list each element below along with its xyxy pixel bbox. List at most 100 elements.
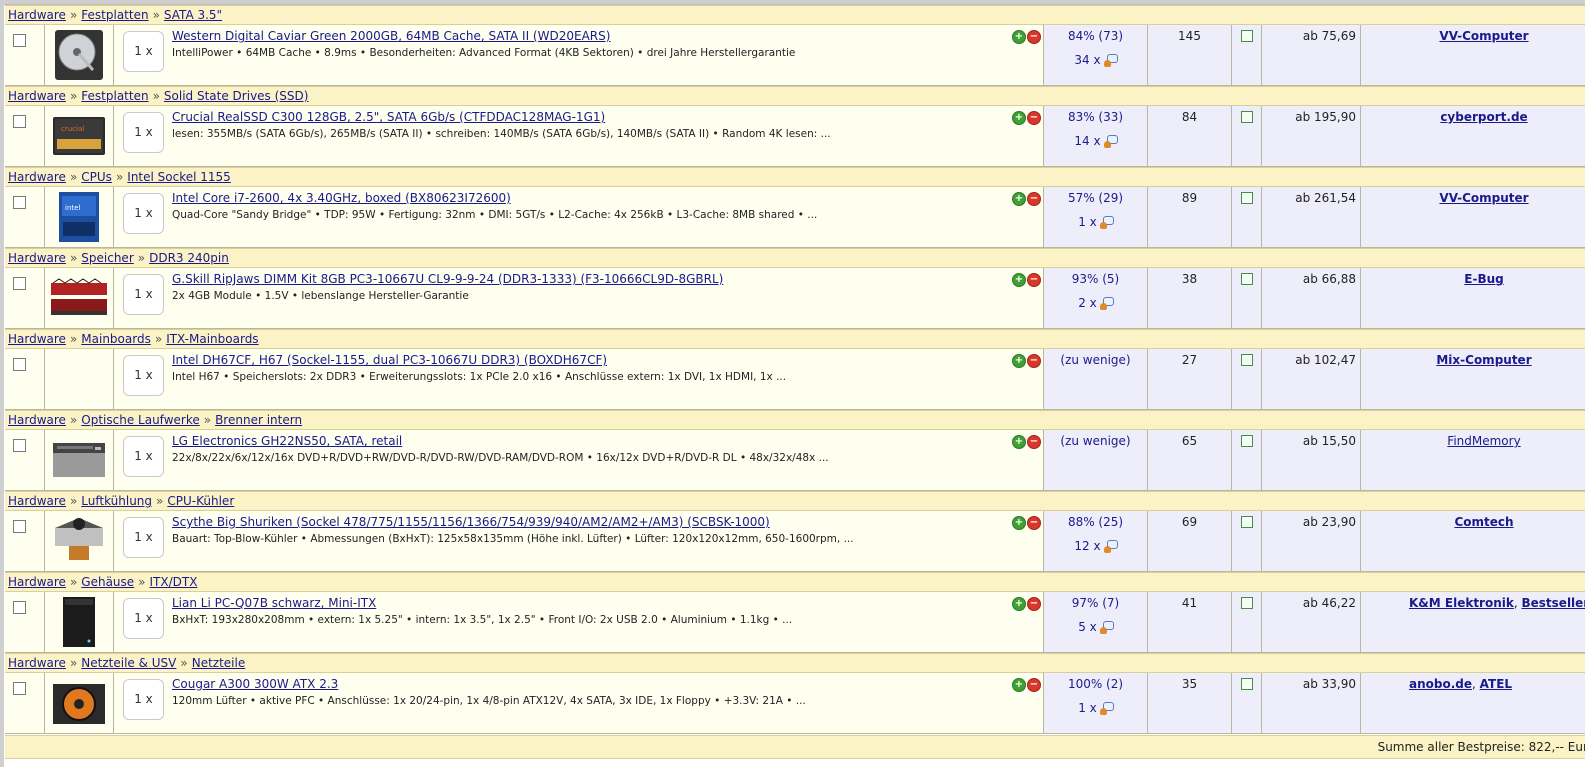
breadcrumb-link[interactable]: Netzteile — [192, 656, 246, 670]
breadcrumb-link[interactable]: Netzteile & USV — [81, 656, 176, 670]
product-name-link[interactable]: LG Electronics GH22NS50, SATA, retail — [172, 434, 402, 448]
product-image[interactable] — [45, 430, 114, 490]
minus-icon[interactable]: − — [1027, 273, 1041, 287]
shop-link[interactable]: cyberport.de — [1440, 110, 1527, 124]
breadcrumb-link[interactable]: SATA 3.5" — [164, 8, 222, 22]
reviews[interactable]: 14 x — [1044, 134, 1147, 149]
minus-icon[interactable]: − — [1027, 354, 1041, 368]
product-image[interactable] — [45, 673, 114, 733]
breadcrumb-link[interactable]: Hardware — [8, 8, 66, 22]
compare-checkbox[interactable] — [1241, 354, 1253, 366]
breadcrumb-link[interactable]: ITX-Mainboards — [166, 332, 258, 346]
minus-icon[interactable]: − — [1027, 192, 1041, 206]
breadcrumb-link[interactable]: Mainboards — [81, 332, 151, 346]
quantity-input[interactable]: 1 x — [123, 355, 164, 396]
breadcrumb-link[interactable]: Luftkühlung — [81, 494, 152, 508]
plus-icon[interactable]: + — [1012, 597, 1026, 611]
reviews[interactable]: 12 x — [1044, 539, 1147, 554]
shop-link[interactable]: ATEL — [1480, 677, 1512, 691]
minus-icon[interactable]: − — [1027, 30, 1041, 44]
product-name-link[interactable]: Intel Core i7-2600, 4x 3.40GHz, boxed (B… — [172, 191, 511, 205]
compare-checkbox[interactable] — [1241, 273, 1253, 285]
minus-icon[interactable]: − — [1027, 678, 1041, 692]
compare-checkbox[interactable] — [1241, 192, 1253, 204]
select-checkbox[interactable] — [13, 358, 26, 371]
select-checkbox[interactable] — [13, 277, 26, 290]
breadcrumb-link[interactable]: CPUs — [81, 170, 112, 184]
quantity-input[interactable]: 1 x — [123, 517, 164, 558]
product-name-link[interactable]: Lian Li PC-Q07B schwarz, Mini-ITX — [172, 596, 376, 610]
breadcrumb-link[interactable]: Hardware — [8, 170, 66, 184]
plus-icon[interactable]: + — [1012, 435, 1026, 449]
product-image[interactable] — [45, 511, 114, 571]
quantity-input[interactable]: 1 x — [123, 31, 164, 72]
select-checkbox[interactable] — [13, 34, 26, 47]
product-image[interactable] — [45, 349, 114, 409]
select-checkbox[interactable] — [13, 196, 26, 209]
minus-icon[interactable]: − — [1027, 435, 1041, 449]
shop-link[interactable]: Comtech — [1454, 515, 1513, 529]
rating-value[interactable]: 88% (25) — [1044, 515, 1147, 529]
plus-icon[interactable]: + — [1012, 354, 1026, 368]
rating-value[interactable]: 100% (2) — [1044, 677, 1147, 691]
breadcrumb-link[interactable]: Gehäuse — [81, 575, 134, 589]
plus-icon[interactable]: + — [1012, 30, 1026, 44]
breadcrumb-link[interactable]: Intel Sockel 1155 — [127, 170, 231, 184]
shop-link[interactable]: E-Bug — [1464, 272, 1503, 286]
shop-link[interactable]: VV-Computer — [1439, 191, 1528, 205]
product-image[interactable]: intel — [45, 187, 114, 247]
product-name-link[interactable]: Cougar A300 300W ATX 2.3 — [172, 677, 338, 691]
breadcrumb-link[interactable]: ITX/DTX — [150, 575, 198, 589]
shop-link[interactable]: Bestseller — [1522, 596, 1585, 610]
compare-checkbox[interactable] — [1241, 111, 1253, 123]
breadcrumb-link[interactable]: Hardware — [8, 413, 66, 427]
quantity-input[interactable]: 1 x — [123, 193, 164, 234]
rating-value[interactable]: (zu wenige) — [1044, 434, 1147, 448]
product-image[interactable] — [45, 268, 114, 328]
select-checkbox[interactable] — [13, 682, 26, 695]
compare-checkbox[interactable] — [1241, 516, 1253, 528]
breadcrumb-link[interactable]: Hardware — [8, 494, 66, 508]
breadcrumb-link[interactable]: Hardware — [8, 251, 66, 265]
shop-link[interactable]: VV-Computer — [1439, 29, 1528, 43]
product-name-link[interactable]: Scythe Big Shuriken (Sockel 478/775/1155… — [172, 515, 770, 529]
reviews[interactable]: 1 x — [1044, 701, 1147, 716]
compare-checkbox[interactable] — [1241, 678, 1253, 690]
minus-icon[interactable]: − — [1027, 516, 1041, 530]
breadcrumb-link[interactable]: DDR3 240pin — [149, 251, 229, 265]
compare-checkbox[interactable] — [1241, 30, 1253, 42]
product-name-link[interactable]: Crucial RealSSD C300 128GB, 2.5", SATA 6… — [172, 110, 605, 124]
plus-icon[interactable]: + — [1012, 192, 1026, 206]
plus-icon[interactable]: + — [1012, 678, 1026, 692]
rating-value[interactable]: 57% (29) — [1044, 191, 1147, 205]
minus-icon[interactable]: − — [1027, 597, 1041, 611]
select-checkbox[interactable] — [13, 115, 26, 128]
reviews[interactable]: 1 x — [1044, 215, 1147, 230]
product-name-link[interactable]: Intel DH67CF, H67 (Sockel-1155, dual PC3… — [172, 353, 607, 367]
shop-link[interactable]: K&M Elektronik — [1409, 596, 1514, 610]
shop-link[interactable]: anobo.de — [1409, 677, 1472, 691]
breadcrumb-link[interactable]: Hardware — [8, 89, 66, 103]
rating-value[interactable]: (zu wenige) — [1044, 353, 1147, 367]
plus-icon[interactable]: + — [1012, 111, 1026, 125]
quantity-input[interactable]: 1 x — [123, 436, 164, 477]
select-checkbox[interactable] — [13, 520, 26, 533]
reviews[interactable]: 2 x — [1044, 296, 1147, 311]
breadcrumb-link[interactable]: Brenner intern — [215, 413, 302, 427]
breadcrumb-link[interactable]: Festplatten — [81, 89, 148, 103]
rating-value[interactable]: 84% (73) — [1044, 29, 1147, 43]
rating-value[interactable]: 93% (5) — [1044, 272, 1147, 286]
product-name-link[interactable]: G.Skill RipJaws DIMM Kit 8GB PC3-10667U … — [172, 272, 723, 286]
product-image[interactable] — [45, 592, 114, 652]
quantity-input[interactable]: 1 x — [123, 274, 164, 315]
minus-icon[interactable]: − — [1027, 111, 1041, 125]
breadcrumb-link[interactable]: Hardware — [8, 656, 66, 670]
product-image[interactable] — [45, 25, 114, 85]
reviews[interactable]: 34 x — [1044, 53, 1147, 68]
breadcrumb-link[interactable]: Hardware — [8, 575, 66, 589]
rating-value[interactable]: 83% (33) — [1044, 110, 1147, 124]
breadcrumb-link[interactable]: Festplatten — [81, 8, 148, 22]
product-name-link[interactable]: Western Digital Caviar Green 2000GB, 64M… — [172, 29, 610, 43]
breadcrumb-link[interactable]: Hardware — [8, 332, 66, 346]
reviews[interactable]: 5 x — [1044, 620, 1147, 635]
